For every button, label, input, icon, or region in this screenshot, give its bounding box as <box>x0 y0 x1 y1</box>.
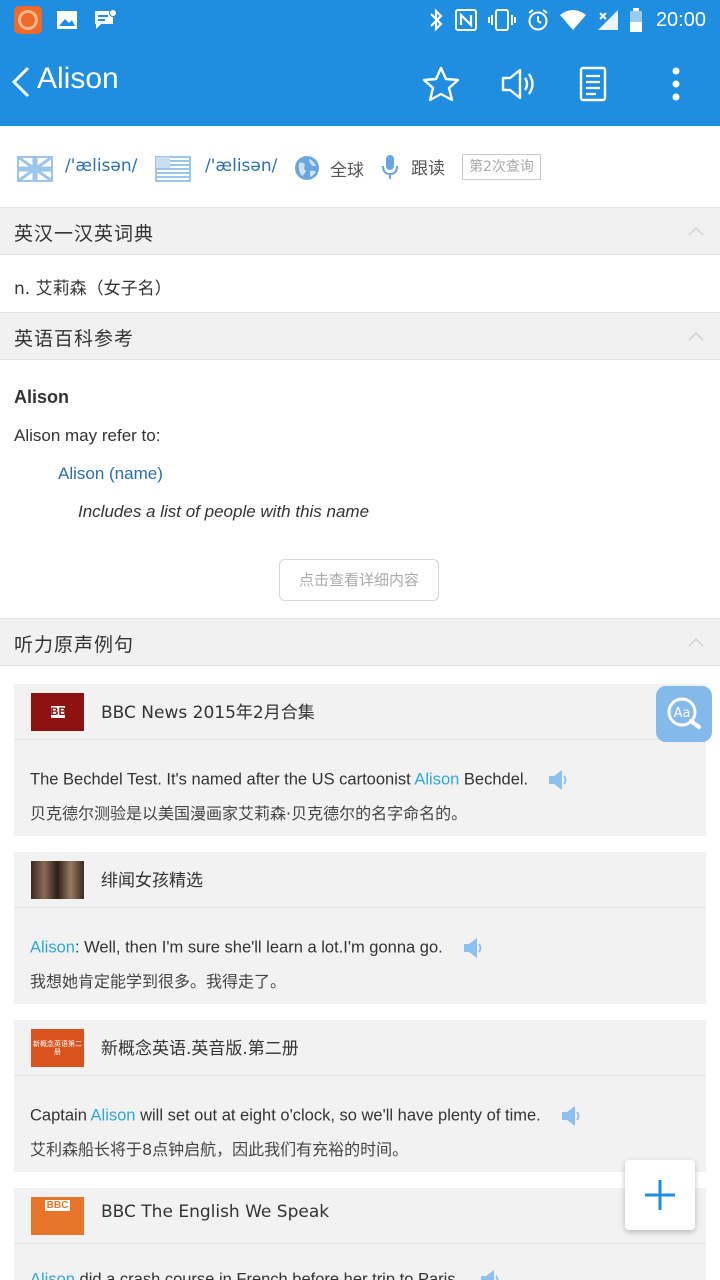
wifi-icon <box>559 10 586 30</box>
example-card[interactable]: BBC BBC News 2015年2月合集 The Bechdel Test.… <box>14 684 706 836</box>
gossip-girl-thumbnail <box>31 861 84 899</box>
play-audio-icon[interactable] <box>478 1268 502 1280</box>
battery-icon <box>629 8 642 32</box>
font-size-search-icon: Aa <box>667 697 701 729</box>
section-header-listening[interactable]: 听力原声例句 <box>0 618 720 666</box>
more-menu-icon[interactable] <box>656 64 696 104</box>
section-title: 英语百科参考 <box>14 328 135 350</box>
page-title: Alison <box>37 62 119 95</box>
pronunciation-row: /'ælisən/ /'ælisən/ 全球 跟读 第2次查询 <box>0 126 720 208</box>
dictionary-definition: n. 艾莉森（女子名） <box>14 279 172 299</box>
highlighted-word[interactable]: Alison <box>30 938 75 956</box>
example-english: Alison: Well, then I'm sure she'll learn… <box>30 936 485 960</box>
query-count-badge: 第2次查询 <box>462 154 541 180</box>
example-source: 新概念英语.英音版.第二册 <box>101 1039 299 1059</box>
follow-read-label[interactable]: 跟读 <box>411 154 445 179</box>
chevron-up-icon[interactable] <box>688 637 704 647</box>
play-audio-icon[interactable] <box>559 1104 583 1128</box>
bluetooth-icon <box>430 8 443 32</box>
new-concept-english-thumbnail: 新概念英语第二册 <box>31 1029 84 1067</box>
clock: 20:00 <box>655 8 706 31</box>
example-chinese: 我想她肯定能学到很多。我得走了。 <box>30 972 287 991</box>
alarm-icon <box>528 9 548 31</box>
microphone-icon[interactable] <box>381 153 399 181</box>
section-title: 听力原声例句 <box>14 634 135 656</box>
globe-icon[interactable] <box>294 155 320 181</box>
global-label[interactable]: 全球 <box>330 156 364 181</box>
us-flag-icon[interactable] <box>155 156 191 182</box>
wordbook-icon[interactable] <box>573 64 613 104</box>
plus-icon <box>645 1180 675 1210</box>
favorite-star-icon[interactable] <box>421 64 461 104</box>
example-english: The Bechdel Test. It's named after the U… <box>30 768 570 792</box>
highlighted-word[interactable]: Alison <box>30 1270 75 1280</box>
chevron-up-icon[interactable] <box>688 226 704 236</box>
us-phonetic[interactable]: /'ælisən/ <box>205 156 277 176</box>
gallery-notification-icon <box>54 7 80 33</box>
example-card[interactable]: BBC BBC The English We Speak Alison did … <box>14 1188 706 1280</box>
bbc-english-thumbnail: BBC <box>31 1197 84 1235</box>
vibrate-icon <box>487 9 516 31</box>
example-card[interactable]: 绯闻女孩精选 Alison: Well, then I'm sure she'l… <box>14 852 706 1004</box>
example-chinese: 贝克德尔测验是以美国漫画家艾莉森·贝克德尔的名字命名的。 <box>30 804 468 823</box>
uk-flag-icon[interactable] <box>17 156 53 182</box>
add-button[interactable] <box>625 1160 695 1230</box>
example-source: BBC The English We Speak <box>101 1202 330 1222</box>
play-audio-icon[interactable] <box>546 768 570 792</box>
text-size-button[interactable]: Aa <box>656 686 712 742</box>
view-details-button[interactable]: 点击查看详细内容 <box>279 559 439 601</box>
bbc-logo: BBC <box>31 693 84 731</box>
message-notification-icon <box>92 7 118 33</box>
example-english: Alison did a crash course in French befo… <box>30 1268 502 1280</box>
example-card[interactable]: 新概念英语第二册 新概念英语.英音版.第二册 Captain Alison wi… <box>14 1020 706 1172</box>
section-header-dictionary[interactable]: 英汉一汉英词典 <box>0 207 720 255</box>
example-chinese: 艾利森船长将于8点钟启航，因此我们有充裕的时间。 <box>30 1140 409 1159</box>
svg-text:Aa: Aa <box>674 706 691 721</box>
status-bar: 20:00 <box>0 0 720 40</box>
example-source: BBC News 2015年2月合集 <box>101 703 315 723</box>
wiki-note: Includes a list of people with this name <box>78 502 370 521</box>
app-notification-icon <box>14 6 42 34</box>
section-header-encyclopedia[interactable]: 英语百科参考 <box>0 312 720 360</box>
wiki-link[interactable]: Alison (name) <box>58 464 163 484</box>
wiki-heading: Alison <box>14 387 70 407</box>
section-title: 英汉一汉英词典 <box>14 223 155 245</box>
example-english: Captain Alison will set out at eight o'c… <box>30 1104 583 1128</box>
speaker-icon[interactable] <box>498 64 538 104</box>
cell-signal-icon <box>597 10 618 30</box>
wiki-intro: Alison may refer to: <box>14 426 161 445</box>
app-bar: Alison <box>0 40 720 126</box>
uk-phonetic[interactable]: /'ælisən/ <box>65 156 137 176</box>
chevron-up-icon[interactable] <box>688 331 704 341</box>
nfc-icon <box>454 9 477 31</box>
play-audio-icon[interactable] <box>461 936 485 960</box>
highlighted-word[interactable]: Alison <box>91 1106 136 1124</box>
highlighted-word[interactable]: Alison <box>414 770 459 788</box>
example-source: 绯闻女孩精选 <box>101 871 203 891</box>
back-arrow-icon[interactable] <box>8 64 34 100</box>
